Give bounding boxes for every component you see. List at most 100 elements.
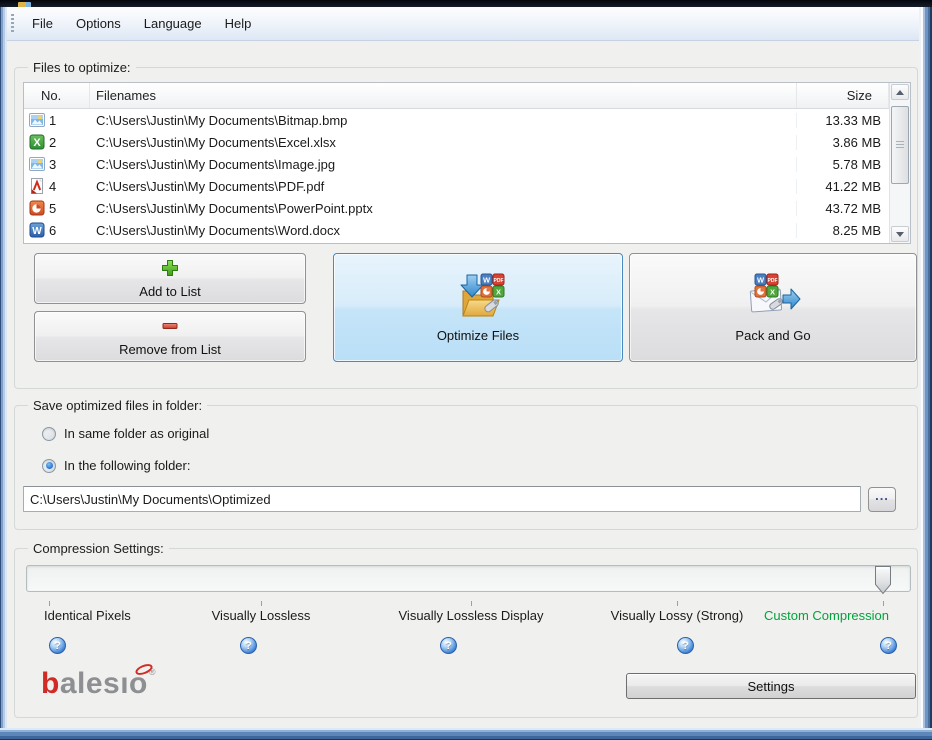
row-size: 5.78 MB xyxy=(796,156,889,172)
browse-folder-button[interactable]: ... xyxy=(868,487,896,512)
table-row[interactable]: 4 C:\Users\Justin\My Documents\PDF.pdf 4… xyxy=(24,175,889,197)
pack-and-go-label: Pack and Go xyxy=(735,327,811,343)
help-icon[interactable]: ? xyxy=(440,637,457,654)
remove-from-list-label: Remove from List xyxy=(119,341,221,357)
level-visually-lossless-display: Visually Lossless Display xyxy=(398,608,544,623)
row-size: 3.86 MB xyxy=(796,134,889,150)
menu-options[interactable]: Options xyxy=(67,12,130,35)
files-table-header: No. Filenames Size xyxy=(24,83,889,109)
help-icon[interactable]: ? xyxy=(677,637,694,654)
balesio-logo-b: b xyxy=(41,667,60,700)
help-icon[interactable]: ? xyxy=(49,637,66,654)
table-row[interactable]: 3 C:\Users\Justin\My Documents\Image.jpg… xyxy=(24,153,889,175)
arrow-up-icon xyxy=(896,89,904,95)
powerpoint-file-icon xyxy=(24,200,45,216)
row-number: 5 xyxy=(49,200,57,216)
svg-text:W: W xyxy=(32,226,42,237)
svg-text:PDF: PDF xyxy=(494,278,504,284)
vertical-scrollbar[interactable] xyxy=(889,83,910,243)
svg-text:W: W xyxy=(757,275,765,284)
row-number: 3 xyxy=(49,156,57,172)
menu-file[interactable]: File xyxy=(23,12,62,35)
compression-settings-group: Compression Settings: Identical Pixels V… xyxy=(14,541,918,718)
word-file-icon: W xyxy=(24,222,45,238)
level-visually-lossy-strong: Visually Lossy (Strong) xyxy=(610,608,744,623)
row-size: 41.22 MB xyxy=(796,178,889,194)
row-filename: C:\Users\Justin\My Documents\PDF.pdf xyxy=(96,178,325,194)
level-custom-compression: Custom Compression xyxy=(764,608,889,623)
scroll-up-button[interactable] xyxy=(891,84,909,100)
balesio-logo: balesıo® xyxy=(41,661,156,701)
slider-tick xyxy=(883,601,884,606)
help-icon[interactable]: ? xyxy=(240,637,257,654)
application-window: File Options Language Help Files to opti… xyxy=(0,0,932,740)
minus-icon xyxy=(161,317,179,338)
optimize-files-label: Optimize Files xyxy=(436,327,520,343)
column-header-size[interactable]: Size xyxy=(796,83,889,108)
save-folder-group: Save optimized files in folder: In same … xyxy=(14,398,918,530)
slider-tick xyxy=(49,601,50,606)
settings-button[interactable]: Settings xyxy=(626,673,916,699)
window-frame-bottom xyxy=(0,728,932,740)
table-row[interactable]: 1 C:\Users\Justin\My Documents\Bitmap.bm… xyxy=(24,109,889,131)
menu-help[interactable]: Help xyxy=(216,12,261,35)
window-frame-left xyxy=(0,7,7,728)
row-filename: C:\Users\Justin\My Documents\Bitmap.bmp xyxy=(96,112,348,128)
row-size: 43.72 MB xyxy=(796,200,889,216)
destination-folder-input[interactable] xyxy=(23,486,861,512)
level-identical-pixels: Identical Pixels xyxy=(44,608,131,623)
optimize-files-icon: W PDF X xyxy=(451,273,505,322)
slider-tick xyxy=(261,601,262,606)
window-titlebar-sliver xyxy=(0,0,932,7)
radio-option-same-folder[interactable]: In same folder as original xyxy=(42,426,209,441)
row-number: 2 xyxy=(49,134,57,150)
radio-option-following-folder[interactable]: In the following folder: xyxy=(42,458,190,473)
compression-slider-thumb[interactable] xyxy=(874,565,892,595)
scroll-down-button[interactable] xyxy=(891,226,909,242)
optimize-files-button[interactable]: W PDF X Optimize Files xyxy=(333,253,623,362)
client-area: File Options Language Help Files to opti… xyxy=(7,7,919,728)
svg-text:X: X xyxy=(770,287,775,296)
svg-text:PDF: PDF xyxy=(768,278,778,284)
same-folder-label: In same folder as original xyxy=(64,426,210,441)
table-row[interactable]: 5 C:\Users\Justin\My Documents\PowerPoin… xyxy=(24,197,889,219)
svg-text:X: X xyxy=(33,137,41,149)
following-folder-label: In the following folder: xyxy=(64,458,191,473)
row-filename: C:\Users\Justin\My Documents\Image.jpg xyxy=(96,156,336,172)
toolbar-grip-handle[interactable] xyxy=(11,14,14,33)
level-visually-lossless: Visually Lossless xyxy=(211,608,311,623)
add-to-list-button[interactable]: Add to List xyxy=(34,253,306,304)
save-group-label: Save optimized files in folder: xyxy=(28,398,208,413)
column-header-filenames[interactable]: Filenames xyxy=(90,83,796,108)
excel-file-icon: X xyxy=(24,134,45,150)
row-filename: C:\Users\Justin\My Documents\PowerPoint.… xyxy=(96,200,373,216)
files-table-body: 1 C:\Users\Justin\My Documents\Bitmap.bm… xyxy=(24,109,889,243)
image-file-icon xyxy=(24,156,45,172)
pack-and-go-button[interactable]: W PDF X Pack and Go xyxy=(629,253,917,362)
compression-slider-track[interactable] xyxy=(26,565,911,592)
slider-tick xyxy=(677,601,678,606)
remove-from-list-button[interactable]: Remove from List xyxy=(34,311,306,362)
plus-icon xyxy=(161,259,179,280)
row-number: 6 xyxy=(49,222,57,238)
help-icon[interactable]: ? xyxy=(880,637,897,654)
column-header-no[interactable]: No. xyxy=(24,83,90,108)
table-row[interactable]: W 6 C:\Users\Justin\My Documents\Word.do… xyxy=(24,219,889,241)
arrow-down-icon xyxy=(896,231,904,237)
radio-button-unselected[interactable] xyxy=(42,426,56,441)
menu-language[interactable]: Language xyxy=(135,12,211,35)
compression-group-label: Compression Settings: xyxy=(28,541,169,556)
scrollbar-thumb[interactable] xyxy=(891,106,909,184)
files-table: No. Filenames Size 1 C:\Users\Justin\My … xyxy=(23,82,911,244)
svg-text:W: W xyxy=(483,275,491,284)
slider-tick xyxy=(471,601,472,606)
row-filename: C:\Users\Justin\My Documents\Word.docx xyxy=(96,222,340,238)
files-to-optimize-group: Files to optimize: No. Filenames Size 1 … xyxy=(14,60,918,389)
row-filename: C:\Users\Justin\My Documents\Excel.xlsx xyxy=(96,134,336,150)
files-group-label: Files to optimize: xyxy=(28,60,136,75)
row-number: 4 xyxy=(49,178,57,194)
radio-button-selected[interactable] xyxy=(42,458,56,473)
menu-bar: File Options Language Help xyxy=(7,7,919,41)
table-row[interactable]: X 2 C:\Users\Justin\My Documents\Excel.x… xyxy=(24,131,889,153)
window-frame-right xyxy=(919,7,932,728)
